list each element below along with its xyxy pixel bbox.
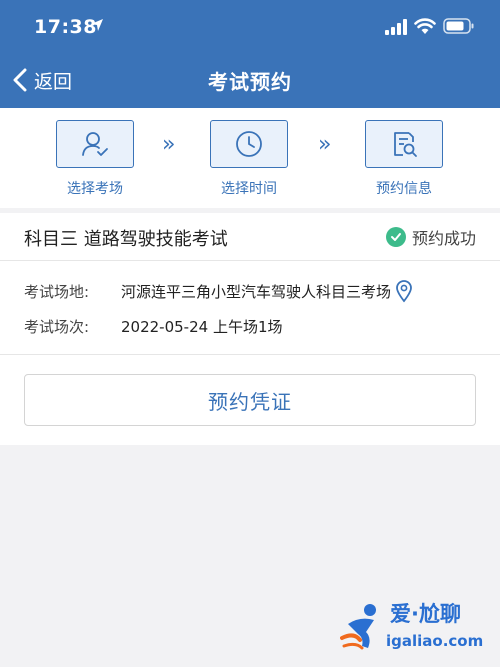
site-logo-icon bbox=[340, 604, 376, 650]
app-header: 17:38 返回 考试预约 bbox=[0, 0, 500, 108]
check-circle-icon bbox=[385, 227, 406, 247]
step-label: 选择时间 bbox=[221, 181, 277, 197]
status-time: 17:38 bbox=[34, 16, 97, 38]
step-booking-info[interactable]: 预约信息 bbox=[365, 120, 445, 198]
status-badge: 预约成功 bbox=[385, 225, 476, 249]
clock-icon bbox=[236, 131, 262, 157]
step-select-time[interactable]: 选择时间 bbox=[210, 120, 290, 198]
divider bbox=[0, 260, 500, 261]
voucher-button[interactable]: 预约凭证 bbox=[24, 374, 476, 426]
signal-icon bbox=[385, 19, 407, 35]
document-search-icon bbox=[394, 132, 417, 157]
wifi-icon bbox=[414, 18, 436, 34]
double-chevron-icon: » bbox=[318, 132, 332, 157]
step-indicator: 选择考场 » 选择时间 » 预约信息 bbox=[0, 108, 500, 208]
status-bar: 17:38 bbox=[0, 0, 500, 52]
watermark-title: 爱·尬聊 bbox=[390, 602, 461, 626]
session-label: 考试场次: bbox=[24, 318, 90, 336]
divider bbox=[0, 354, 500, 355]
venue-value: 河源连平三角小型汽车驾驶人科目三考场 bbox=[121, 282, 392, 301]
session-value: 2022-05-24 上午场1场 bbox=[121, 318, 283, 336]
watermark-url: igaliao.com bbox=[386, 632, 484, 650]
venue-label: 考试场地: bbox=[24, 282, 90, 301]
step-select-venue[interactable]: 选择考场 bbox=[56, 120, 136, 198]
map-pin-icon[interactable] bbox=[395, 279, 413, 303]
location-arrow-icon bbox=[91, 19, 103, 31]
booking-card: 科目三 道路驾驶技能考试 预约成功 考试场地: 河源连平三角小型汽车驾驶人科目三… bbox=[0, 213, 500, 445]
step-label: 预约信息 bbox=[376, 181, 432, 197]
exam-title: 科目三 道路驾驶技能考试 bbox=[24, 229, 228, 250]
battery-icon bbox=[443, 18, 474, 34]
double-chevron-icon: » bbox=[162, 132, 176, 157]
step-label: 选择考场 bbox=[67, 181, 123, 197]
session-row: 考试场次: 2022-05-24 上午场1场 bbox=[24, 316, 283, 337]
status-text: 预约成功 bbox=[411, 229, 476, 248]
page-title: 考试预约 bbox=[208, 70, 292, 94]
user-check-icon bbox=[82, 132, 108, 156]
venue-row: 考试场地: 河源连平三角小型汽车驾驶人科目三考场 bbox=[24, 279, 413, 303]
watermark: 爱·尬聊 igaliao.com bbox=[340, 598, 490, 658]
